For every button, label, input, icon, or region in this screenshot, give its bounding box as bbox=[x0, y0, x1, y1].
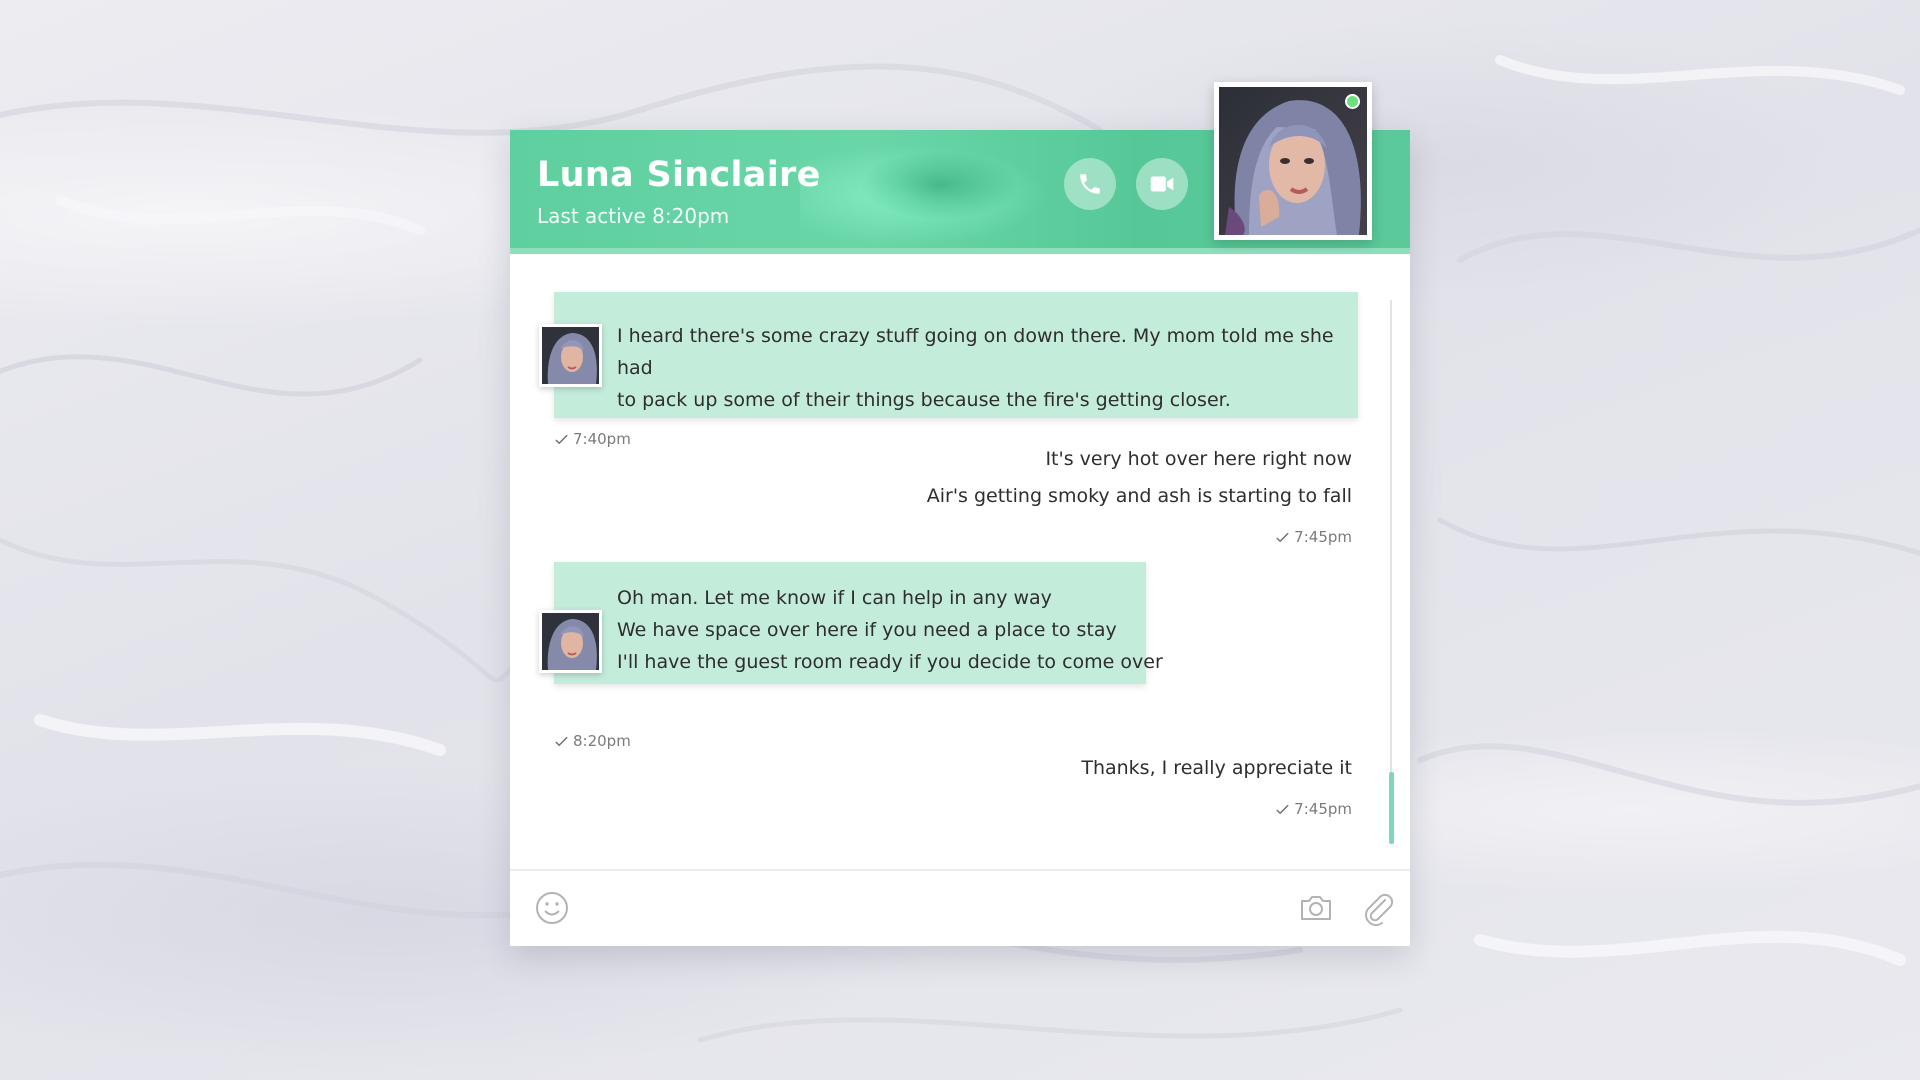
online-indicator bbox=[1345, 94, 1360, 109]
emoji-button[interactable] bbox=[534, 890, 570, 926]
phone-icon bbox=[1080, 174, 1100, 194]
contact-name: Luna Sinclaire bbox=[537, 155, 821, 195]
message-line: Oh man. Let me know if I can help in any… bbox=[617, 587, 1052, 609]
last-active-status: Last active 8:20pm bbox=[537, 204, 730, 228]
received-message: Oh man. Let me know if I can help in any… bbox=[554, 562, 1163, 684]
message-line: to pack up some of their things because … bbox=[617, 389, 1231, 411]
message-composer bbox=[510, 869, 1410, 946]
sent-message-line: Air's getting smoky and ash is starting … bbox=[926, 485, 1352, 507]
message-line: I heard there's some crazy stuff going o… bbox=[617, 325, 1334, 379]
chat-window: Luna Sinclaire Last active 8:20pm I hear… bbox=[510, 82, 1410, 946]
camera-button[interactable] bbox=[1298, 890, 1334, 926]
attach-button[interactable] bbox=[1360, 890, 1396, 926]
scrollbar-thumb[interactable] bbox=[1389, 772, 1394, 844]
message-line: We have space over here if you need a pl… bbox=[617, 619, 1117, 641]
smiley-icon bbox=[536, 892, 568, 924]
sent-message-line: It's very hot over here right now bbox=[1045, 448, 1352, 470]
message-timestamp: 7:45pm bbox=[1275, 528, 1352, 546]
call-button[interactable] bbox=[1064, 158, 1116, 210]
timestamp-text: 8:20pm bbox=[573, 732, 631, 750]
message-timestamp: 7:45pm bbox=[1275, 800, 1352, 818]
check-icon bbox=[555, 736, 568, 746]
paperclip-icon bbox=[1365, 893, 1394, 926]
check-icon bbox=[555, 434, 568, 444]
contact-profile-photo[interactable] bbox=[1214, 82, 1372, 240]
avatar[interactable] bbox=[539, 610, 602, 673]
avatar-image bbox=[542, 613, 599, 670]
message-timestamp: 7:40pm bbox=[554, 430, 631, 448]
avatar[interactable] bbox=[539, 324, 602, 387]
video-call-button[interactable] bbox=[1136, 158, 1188, 210]
message-list: I heard there's some crazy stuff going o… bbox=[510, 254, 1410, 874]
video-camera-icon bbox=[1150, 176, 1174, 192]
check-icon bbox=[1276, 804, 1289, 814]
camera-icon bbox=[1301, 896, 1331, 920]
message-line: I'll have the guest room ready if you de… bbox=[617, 651, 1163, 673]
timestamp-text: 7:45pm bbox=[1294, 800, 1352, 818]
message-timestamp: 8:20pm bbox=[554, 732, 631, 750]
portrait-image bbox=[1219, 87, 1367, 235]
sent-message-line: Thanks, I really appreciate it bbox=[1081, 757, 1352, 779]
timestamp-text: 7:45pm bbox=[1294, 528, 1352, 546]
received-message: I heard there's some crazy stuff going o… bbox=[554, 292, 1358, 418]
header-shade bbox=[860, 150, 1020, 220]
timestamp-text: 7:40pm bbox=[573, 430, 631, 448]
check-icon bbox=[1276, 532, 1289, 542]
avatar-image bbox=[542, 327, 599, 384]
scrollbar-track[interactable] bbox=[1390, 300, 1392, 836]
